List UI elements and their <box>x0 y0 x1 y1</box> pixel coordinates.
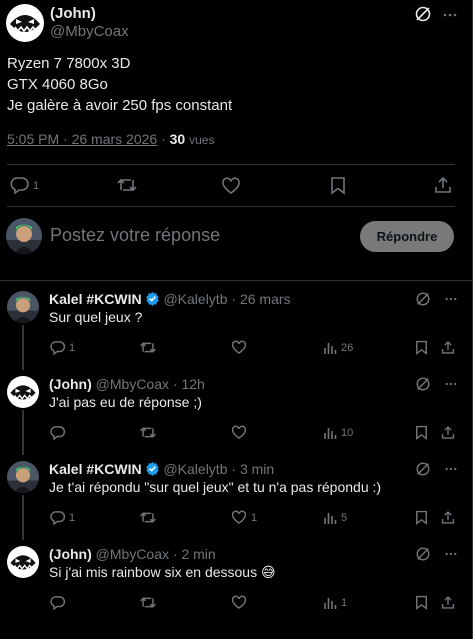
reply-handle[interactable]: @Kalelytb <box>163 291 227 307</box>
views-icon[interactable] <box>323 426 337 440</box>
reply-display-name[interactable]: (John) <box>49 376 92 392</box>
retweet-icon[interactable] <box>139 595 157 610</box>
author-avatar[interactable] <box>6 4 44 42</box>
post-line-2: GTX 4060 8Go <box>7 76 108 93</box>
reply-text: Si j'ai mis rainbow six en dessous 😅 <box>49 564 276 580</box>
like-count: 1 <box>251 512 258 524</box>
reply-time[interactable]: · 2 min <box>173 546 216 562</box>
like-icon[interactable] <box>231 510 247 525</box>
views-count: 10 <box>341 427 354 439</box>
post-meta: 5:05 PM · 26 mars 2026 · 30 vues <box>7 131 214 147</box>
share-icon[interactable] <box>441 510 455 525</box>
reply-time[interactable]: · 12h <box>173 376 205 392</box>
like-icon[interactable] <box>231 595 247 610</box>
reply-button[interactable]: Répondre <box>360 221 454 252</box>
retweet-icon[interactable] <box>139 425 157 440</box>
views-label: vues <box>189 133 215 147</box>
like-icon[interactable] <box>231 425 247 440</box>
divider <box>7 164 455 165</box>
views-icon[interactable] <box>323 341 337 355</box>
post-detail-view: (John) @MbyCoax Ryzen 7 7800x 3D GTX 406… <box>0 0 473 639</box>
more-options-icon[interactable] <box>444 293 458 305</box>
post-line-3: Je galère à avoir 250 fps constant <box>7 97 233 114</box>
reply-count: 1 <box>69 512 76 524</box>
thread-line <box>22 325 24 370</box>
reply-item[interactable]: Kalel #KCWIN @Kalelytb · 3 min Je t'ai ré… <box>0 455 473 540</box>
bookmark-icon[interactable] <box>415 425 428 440</box>
reply-handle[interactable]: @MbyCoax <box>96 376 169 392</box>
grok-icon[interactable] <box>414 5 432 23</box>
reply-text: Je t'ai répondu "sur quel jeux" et tu n'… <box>49 479 382 495</box>
grok-icon[interactable] <box>415 546 431 562</box>
views-icon[interactable] <box>323 511 337 525</box>
views-count: 5 <box>341 512 348 524</box>
reply-icon[interactable] <box>50 595 66 610</box>
more-options-icon[interactable] <box>442 8 458 22</box>
reply-icon[interactable] <box>50 510 66 525</box>
reply-header: Kalel #KCWIN @Kalelytb · 26 mars <box>49 291 291 309</box>
current-user-avatar[interactable] <box>6 218 42 254</box>
reply-handle[interactable]: @MbyCoax <box>96 546 169 562</box>
reply-header: Kalel #KCWIN @Kalelytb · 3 min <box>49 461 274 479</box>
reply-handle[interactable]: @Kalelytb <box>163 461 227 477</box>
share-icon[interactable] <box>434 176 452 194</box>
divider <box>7 206 455 207</box>
reply-header: (John) @MbyCoax · 12h <box>49 376 205 392</box>
reply-count: 1 <box>69 342 76 354</box>
reply-item[interactable]: (John) @MbyCoax · 2 min Si j'ai mis rainb… <box>0 540 473 625</box>
bookmark-icon[interactable] <box>330 176 346 195</box>
reply-icon[interactable] <box>50 425 66 440</box>
bookmark-icon[interactable] <box>415 510 428 525</box>
reply-avatar[interactable] <box>7 546 39 578</box>
grok-icon[interactable] <box>415 376 431 392</box>
like-icon[interactable] <box>221 177 241 195</box>
reply-time[interactable]: · 3 min <box>231 461 274 477</box>
author-display-name[interactable]: (John) <box>50 5 96 22</box>
post-line-1: Ryzen 7 7800x 3D <box>7 55 131 72</box>
more-options-icon[interactable] <box>444 548 458 560</box>
reply-icon[interactable] <box>10 176 30 194</box>
reply-input[interactable]: Postez votre réponse <box>50 225 220 246</box>
grok-icon[interactable] <box>415 291 431 307</box>
reply-text: Sur quel jeux ? <box>49 309 143 325</box>
reply-display-name[interactable]: Kalel #KCWIN <box>49 461 142 477</box>
reply-text: J'ai pas eu de réponse ;) <box>49 394 202 410</box>
views-icon[interactable] <box>323 596 337 610</box>
thread-line <box>22 495 24 540</box>
meta-separator: · <box>157 131 170 147</box>
share-icon[interactable] <box>441 595 455 610</box>
verified-badge-icon <box>145 461 160 479</box>
reply-display-name[interactable]: (John) <box>49 546 92 562</box>
reply-count: 1 <box>33 180 40 192</box>
share-icon[interactable] <box>441 425 455 440</box>
divider <box>0 280 473 281</box>
views-count: 30 <box>169 131 186 147</box>
views-count: 26 <box>341 342 354 354</box>
bookmark-icon[interactable] <box>415 340 428 355</box>
reply-item[interactable]: (John) @MbyCoax · 12h J'ai pas eu de répo… <box>0 370 473 455</box>
thread-line <box>22 410 24 455</box>
reply-header: (John) @MbyCoax · 2 min <box>49 546 216 562</box>
bookmark-icon[interactable] <box>415 595 428 610</box>
reply-avatar[interactable] <box>7 376 39 408</box>
reply-icon[interactable] <box>50 340 66 355</box>
retweet-icon[interactable] <box>139 510 157 525</box>
grok-icon[interactable] <box>415 461 431 477</box>
reply-time[interactable]: · 26 mars <box>231 291 290 307</box>
post-timestamp[interactable]: 5:05 PM · 26 mars 2026 <box>7 131 157 147</box>
reply-display-name[interactable]: Kalel #KCWIN <box>49 291 142 307</box>
reply-avatar[interactable] <box>7 461 39 493</box>
author-handle[interactable]: @MbyCoax <box>50 23 129 40</box>
retweet-icon[interactable] <box>116 176 138 194</box>
more-options-icon[interactable] <box>444 463 458 475</box>
retweet-icon[interactable] <box>139 340 157 355</box>
views-count: 1 <box>341 597 348 609</box>
verified-badge-icon <box>145 291 160 309</box>
like-icon[interactable] <box>231 340 247 355</box>
post-body: Ryzen 7 7800x 3D GTX 4060 8Go Je galère … <box>7 53 232 116</box>
share-icon[interactable] <box>441 340 455 355</box>
more-options-icon[interactable] <box>444 378 458 390</box>
reply-item[interactable]: Kalel #KCWIN @Kalelytb · 26 mars Sur quel… <box>0 285 473 370</box>
reply-avatar[interactable] <box>7 291 39 323</box>
